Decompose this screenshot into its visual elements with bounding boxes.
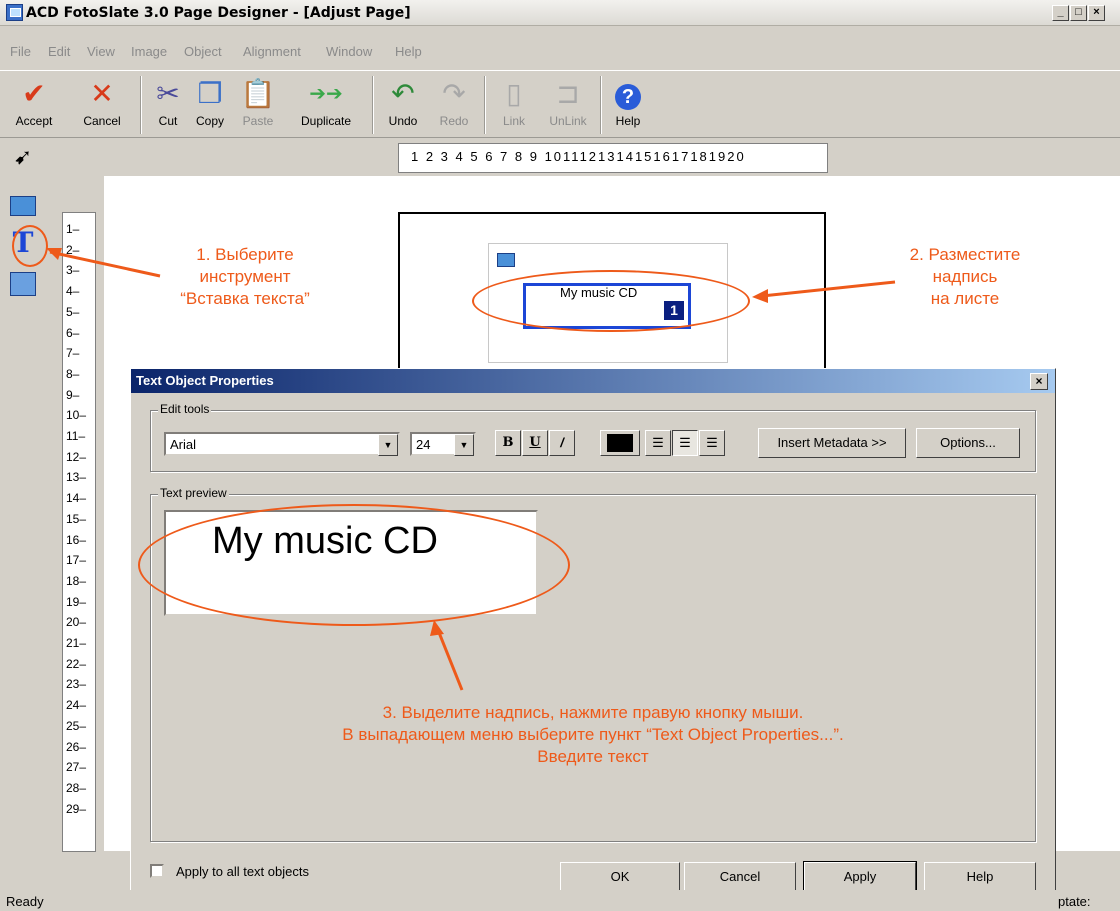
ok-button[interactable]: OK <box>560 862 680 892</box>
status-right: ptate: <box>1058 894 1091 909</box>
status-bar <box>0 890 1120 911</box>
annotation-arrow <box>430 620 464 691</box>
annotation-step3: 3. Выделите надпись, нажмите правую кноп… <box>342 703 844 766</box>
status-text: Ready <box>6 894 44 909</box>
apply-all-checkbox[interactable] <box>150 864 164 878</box>
apply-all-label: Apply to all text objects <box>176 864 309 879</box>
apply-button[interactable]: Apply <box>803 861 917 893</box>
cancel-dialog-button[interactable]: Cancel <box>684 862 796 892</box>
help-dialog-button[interactable]: Help <box>924 862 1036 892</box>
